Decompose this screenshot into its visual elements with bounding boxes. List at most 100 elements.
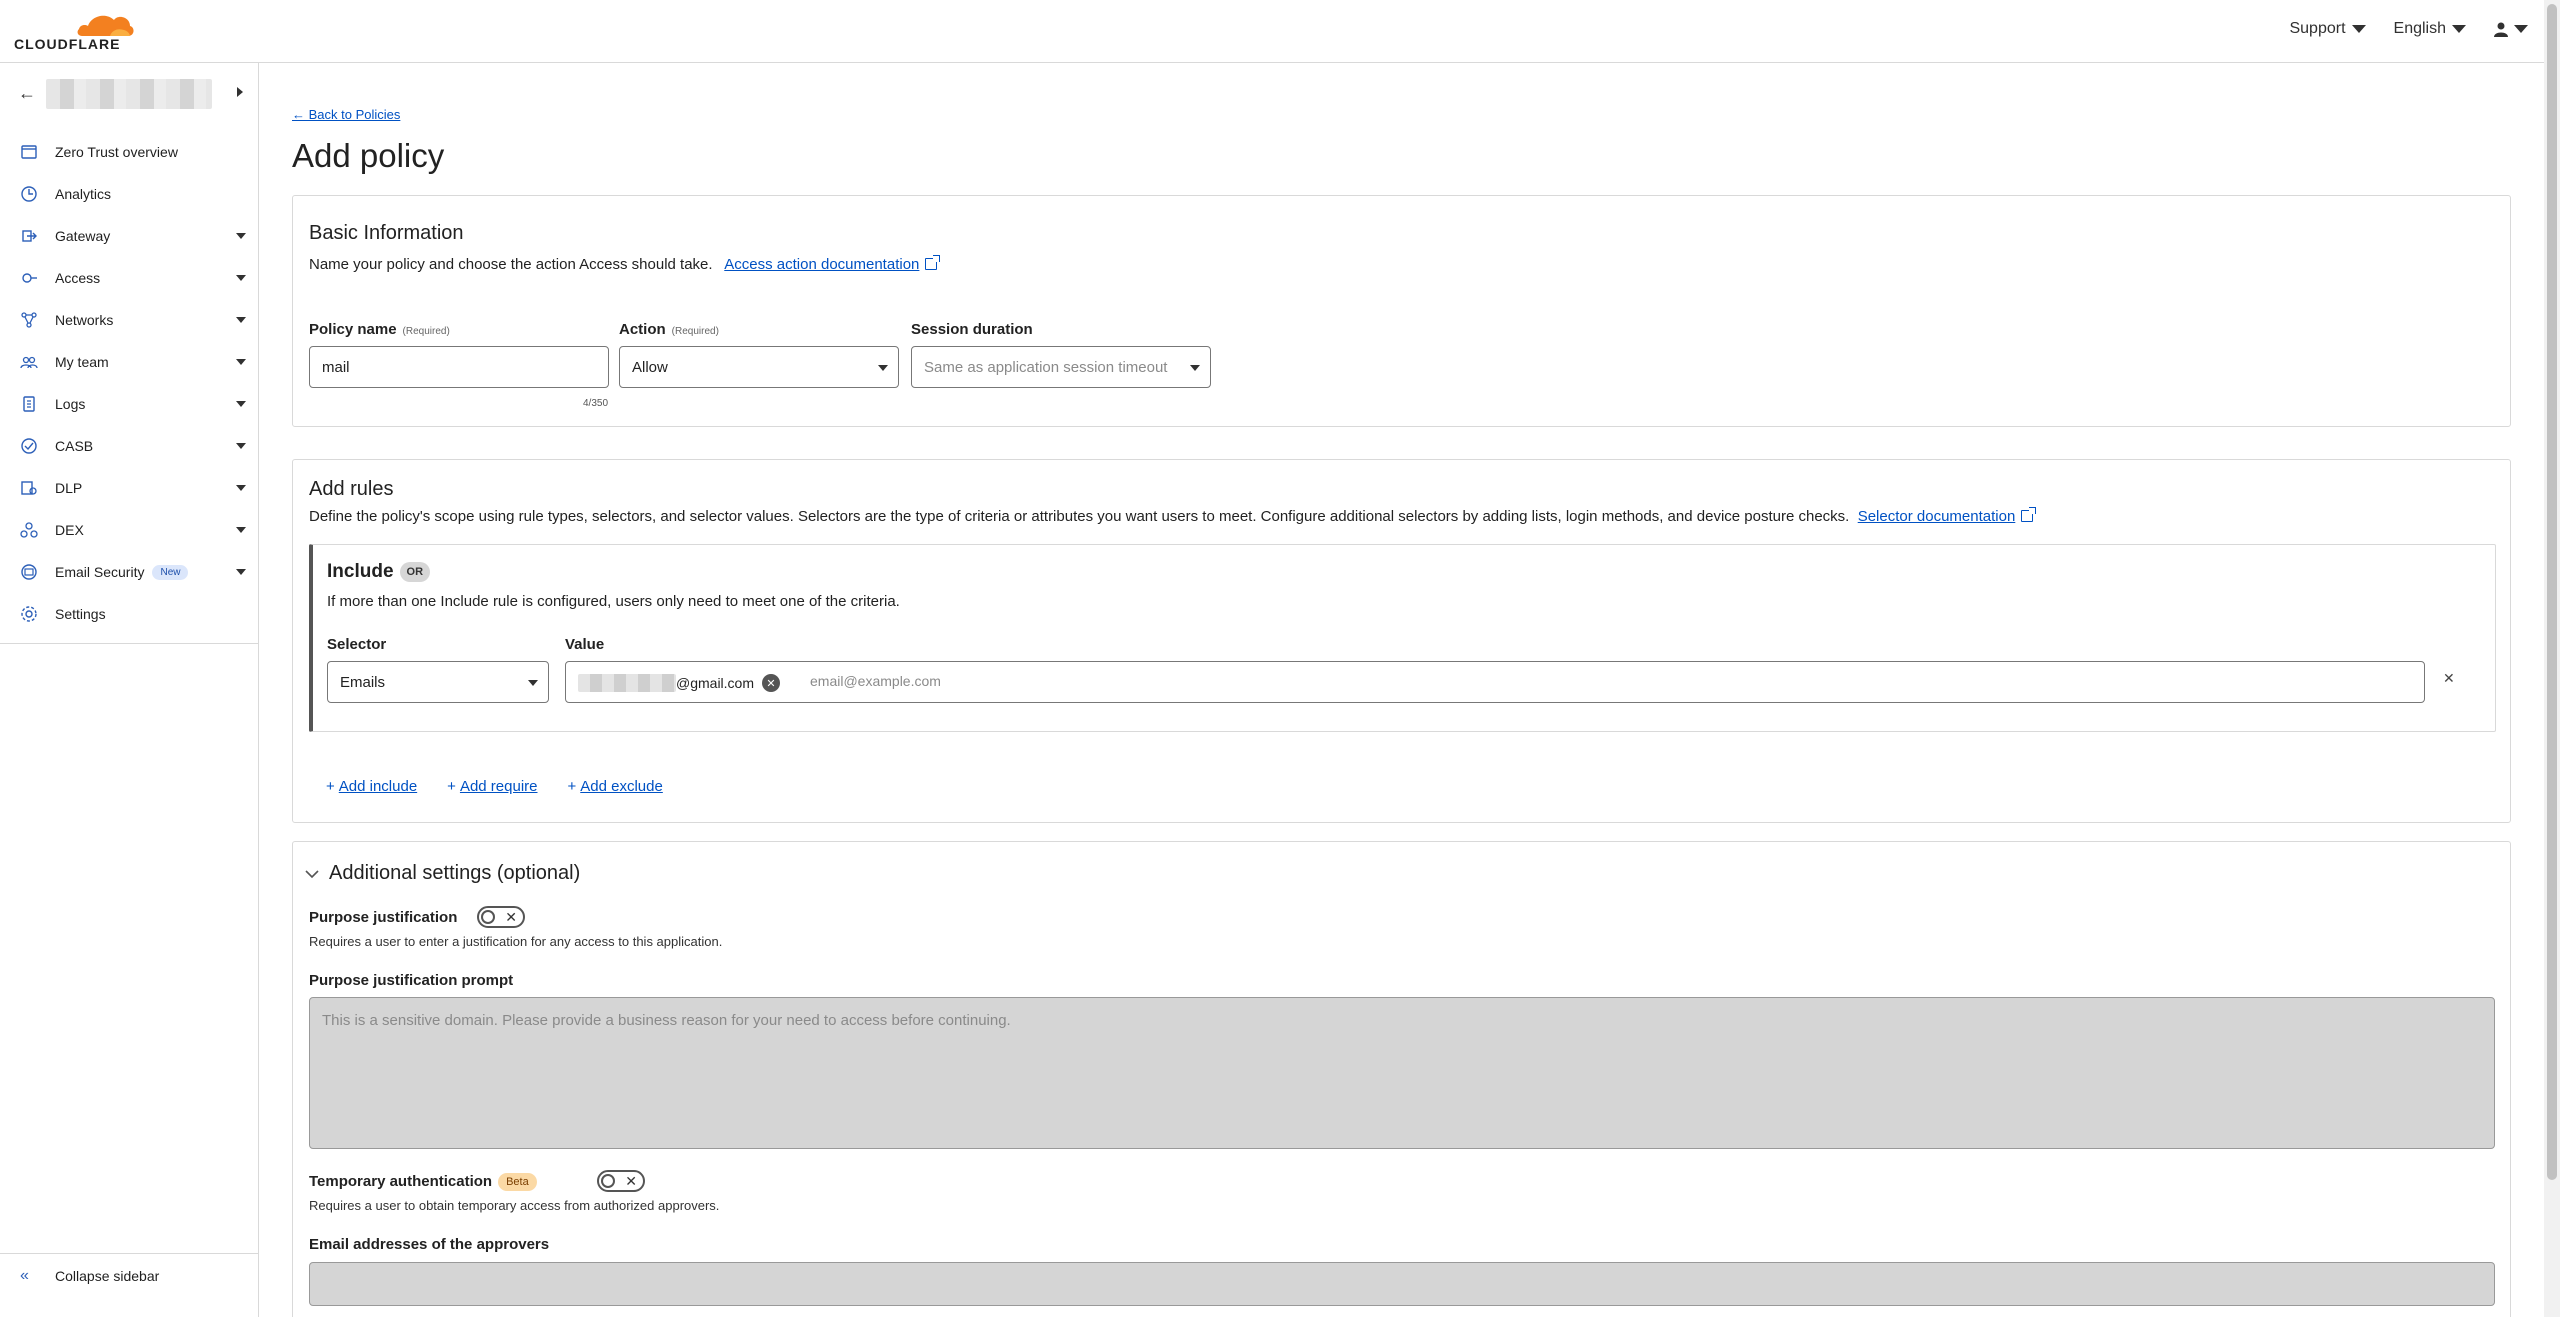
sidebar-item-label: Analytics — [55, 186, 111, 202]
chevron-down-icon — [528, 680, 538, 686]
toggle-off-icon: ✕ — [625, 1173, 637, 1189]
collapse-sidebar-button[interactable]: « Collapse sidebar — [0, 1253, 258, 1297]
account-switcher[interactable]: ← — [0, 63, 258, 121]
page-scrollbar[interactable] — [2544, 0, 2560, 1317]
selector-doc-link[interactable]: Selector documentation — [1858, 507, 2037, 525]
action-label: Action (Required) — [619, 321, 719, 338]
selector-select[interactable]: Emails — [327, 661, 549, 703]
sidebar-item-settings[interactable]: Settings — [0, 593, 258, 635]
external-link-icon — [2021, 507, 2037, 522]
include-title: Include OR — [327, 561, 431, 583]
sidebar-item-email-security[interactable]: Email Security New — [0, 551, 258, 593]
basic-information-card: Basic Information Name your policy and c… — [292, 195, 2511, 427]
dlp-icon — [21, 481, 37, 495]
back-to-policies-link[interactable]: ← Back to Policies — [292, 107, 400, 122]
sidebar-item-label-text: CASB — [55, 438, 94, 454]
top-bar: CLOUDFLARE Support English — [0, 0, 2544, 63]
purpose-justification-label: Purpose justification — [309, 909, 458, 926]
chevron-down-icon[interactable] — [236, 401, 246, 407]
language-menu[interactable]: English — [2394, 20, 2466, 38]
purpose-justification-prompt-label: Purpose justification prompt — [309, 972, 514, 989]
user-menu[interactable] — [2494, 22, 2528, 37]
value-input[interactable]: @gmail.com ✕ email@example.com — [565, 661, 2425, 703]
email-security-icon — [21, 564, 37, 580]
gateway-icon — [22, 230, 37, 242]
sidebar-item-logs[interactable]: Logs — [0, 383, 258, 425]
add-exclude-link[interactable]: + Add exclude — [568, 778, 663, 795]
toggle-knob — [481, 910, 495, 924]
purpose-justification-prompt-textarea[interactable]: This is a sensitive domain. Please provi… — [309, 997, 2495, 1149]
sidebar-item-my-team[interactable]: My team — [0, 341, 258, 383]
chevron-down-icon[interactable] — [236, 569, 246, 575]
session-duration-placeholder: Same as application session timeout — [924, 358, 1168, 376]
back-arrow-icon[interactable]: ← — [18, 83, 36, 104]
networks-icon — [21, 312, 37, 328]
settings-icon — [21, 606, 37, 622]
chevron-down-icon[interactable] — [236, 275, 246, 281]
add-include-link[interactable]: + Add include — [326, 778, 417, 795]
sidebar-item-casb[interactable]: CASB — [0, 425, 258, 467]
sidebar-item-gateway[interactable]: Gateway — [0, 215, 258, 257]
access-action-doc-link[interactable]: Access action documentation — [724, 255, 941, 273]
approvers-input[interactable] — [309, 1262, 2495, 1306]
include-title-text: Include — [327, 561, 394, 582]
sidebar-item-access[interactable]: Access — [0, 257, 258, 299]
sidebar-item-label: Zero Trust overview — [55, 144, 178, 160]
sidebar-item-analytics[interactable]: Analytics — [0, 173, 258, 215]
add-rules-card: Add rules Define the policy's scope usin… — [292, 459, 2511, 823]
chevron-right-icon — [237, 87, 243, 97]
beta-badge: Beta — [498, 1173, 537, 1191]
sidebar-item-label-text: DLP — [55, 480, 83, 496]
add-require-link[interactable]: + Add require — [447, 778, 537, 795]
additional-settings-toggle[interactable]: Additional settings (optional) — [305, 862, 580, 885]
include-description: If more than one Include rule is configu… — [327, 593, 900, 610]
sidebar-item-networks[interactable]: Networks — [0, 299, 258, 341]
action-select[interactable]: Allow — [619, 346, 899, 388]
support-label: Support — [2289, 20, 2346, 37]
chevron-down-icon[interactable] — [236, 443, 246, 449]
sidebar-item-label-text: Analytics — [55, 186, 112, 202]
sidebar: ← Zero Trust overview Analytics Gateway Acc… — [0, 63, 259, 1317]
sidebar-item-dex[interactable]: DEX — [0, 509, 258, 551]
required-tag: (Required) — [671, 326, 719, 337]
additional-settings-title: Additional settings (optional) — [329, 862, 581, 884]
cloudflare-logo[interactable]: CLOUDFLARE — [14, 8, 134, 52]
sidebar-item-label: DEX — [55, 522, 84, 538]
add-rules-desc-text: Define the policy's scope using rule typ… — [309, 508, 1850, 525]
double-chevron-left-icon: « — [20, 1266, 29, 1284]
add-include-text: Add include — [338, 778, 418, 795]
purpose-justification-toggle[interactable]: ✕ — [477, 906, 525, 928]
policy-name-input[interactable]: mail — [309, 346, 609, 388]
chevron-down-icon[interactable] — [236, 527, 246, 533]
account-name-redacted — [46, 79, 212, 109]
access-icon — [22, 273, 37, 283]
value-label: Value — [565, 636, 605, 653]
add-exclude-text: Add exclude — [580, 778, 663, 795]
policy-name-label: Policy name (Required) — [309, 321, 450, 338]
sidebar-item-label: Access — [55, 270, 100, 286]
toggle-knob — [601, 1174, 615, 1188]
additional-settings-card: Additional settings (optional) Purpose j… — [292, 841, 2511, 1317]
session-duration-label: Session duration — [911, 321, 1033, 338]
sidebar-item-dlp[interactable]: DLP — [0, 467, 258, 509]
remove-rule-icon[interactable]: ✕ — [2443, 670, 2455, 687]
sidebar-item-label: Logs — [55, 396, 85, 412]
sidebar-item-label-text: Gateway — [55, 228, 111, 244]
sidebar-item-label-text: My team — [55, 354, 109, 370]
remove-chip-icon[interactable]: ✕ — [762, 674, 781, 692]
chevron-down-icon[interactable] — [236, 233, 246, 239]
temporary-authentication-toggle[interactable]: ✕ — [597, 1170, 645, 1192]
session-duration-select[interactable]: Same as application session timeout — [911, 346, 1211, 388]
sidebar-item-zero-trust-overview[interactable]: Zero Trust overview — [0, 131, 258, 173]
sidebar-divider — [0, 643, 258, 644]
policy-name-value: mail — [322, 358, 350, 376]
cloud-logo-icon — [77, 15, 134, 36]
sidebar-item-label-text: Settings — [55, 606, 106, 622]
chevron-down-icon[interactable] — [236, 485, 246, 491]
sidebar-item-label-text: Networks — [55, 312, 114, 328]
support-menu[interactable]: Support — [2289, 20, 2366, 38]
chevron-down-icon[interactable] — [236, 359, 246, 365]
chevron-down-icon[interactable] — [236, 317, 246, 323]
include-rule-group: Include OR If more than one Include rule … — [309, 544, 2496, 732]
scrollbar-thumb[interactable] — [2547, 4, 2557, 1180]
